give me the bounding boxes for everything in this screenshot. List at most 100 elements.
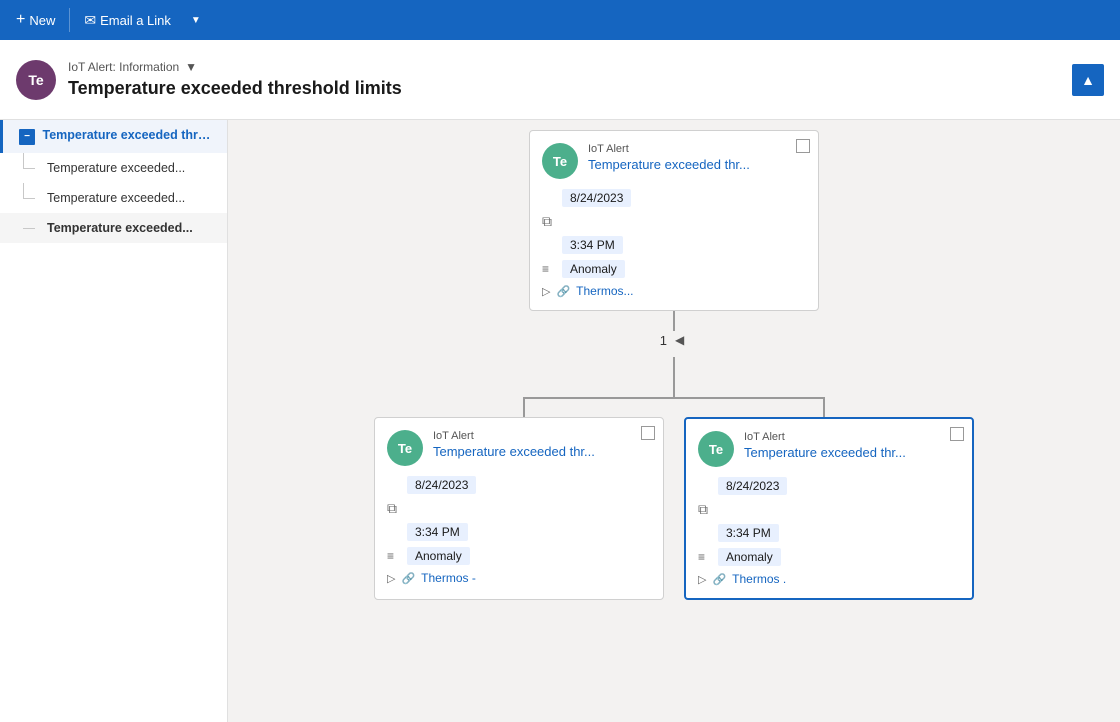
card-date: 8/24/2023 bbox=[718, 477, 787, 495]
sidebar-item-label-1: Temperature exceeded... bbox=[47, 161, 185, 175]
main-layout: − Temperature exceeded thresh... Tempera… bbox=[0, 120, 1120, 722]
card-title-area: IoT Alert Temperature exceeded thr... bbox=[433, 430, 651, 459]
branch-connector bbox=[374, 357, 974, 417]
card-type: IoT Alert bbox=[744, 431, 960, 443]
pagination: 1 ◀ bbox=[660, 331, 688, 349]
branch-center-v bbox=[673, 357, 675, 397]
category-icon: ≡ bbox=[387, 549, 407, 563]
card-footer: ▷ 🔗 Thermos - bbox=[387, 571, 651, 585]
bottom-card-0-checkbox[interactable] bbox=[641, 426, 655, 440]
page-number: 1 bbox=[660, 333, 667, 348]
arrow-icon: ▷ bbox=[698, 573, 706, 586]
header: Te IoT Alert: Information ▼ Temperature … bbox=[0, 40, 1120, 120]
thermos-link[interactable]: Thermos - bbox=[421, 571, 476, 585]
email-label: Email a Link bbox=[100, 13, 171, 28]
connector-section: 1 ◀ bbox=[374, 311, 974, 417]
card-category-field: ≡ Anomaly bbox=[542, 260, 806, 278]
page-title: Temperature exceeded threshold limits bbox=[68, 78, 1060, 99]
header-dropdown-button[interactable]: IoT Alert: Information ▼ bbox=[68, 60, 197, 74]
card-avatar: Te bbox=[542, 143, 578, 179]
card-date: 8/24/2023 bbox=[562, 189, 631, 207]
card-category-field: ≡ Anomaly bbox=[698, 548, 960, 566]
card-date-field: 8/24/2023 bbox=[387, 476, 651, 494]
arrow-icon: ▷ bbox=[542, 285, 550, 298]
sidebar-item-label-3: Temperature exceeded... bbox=[47, 221, 193, 235]
tree-line bbox=[23, 183, 24, 198]
top-card-container: Te IoT Alert Temperature exceeded thr...… bbox=[529, 130, 819, 311]
header-text: IoT Alert: Information ▼ Temperature exc… bbox=[68, 60, 1060, 99]
arrow-icon: ▷ bbox=[387, 572, 395, 585]
email-link-button[interactable]: ✉ Email a Link bbox=[76, 6, 179, 35]
prev-page-button[interactable]: ◀ bbox=[671, 331, 688, 349]
avatar: Te bbox=[16, 60, 56, 100]
link-icon: 🔗 bbox=[556, 285, 570, 298]
card-time-field: 3:34 PM bbox=[698, 524, 960, 542]
category-icon: ≡ bbox=[542, 262, 562, 276]
copy-icon: ⧉ bbox=[542, 213, 562, 230]
card-header: Te IoT Alert Temperature exceeded thr... bbox=[698, 431, 960, 467]
bottom-card-1: Te IoT Alert Temperature exceeded thr...… bbox=[684, 417, 974, 600]
vert-line-1 bbox=[673, 311, 675, 331]
chevron-down-icon: ▼ bbox=[185, 60, 197, 74]
collapse-button[interactable]: ▲ bbox=[1072, 64, 1104, 96]
dropdown-chevron-button[interactable]: ▼ bbox=[183, 9, 209, 32]
sidebar-item-0[interactable]: − Temperature exceeded thresh... bbox=[0, 120, 227, 153]
card-time: 3:34 PM bbox=[407, 523, 468, 541]
card-name[interactable]: Temperature exceeded thr... bbox=[433, 444, 651, 459]
link-icon: 🔗 bbox=[712, 573, 726, 586]
sidebar-item-label-0: Temperature exceeded thresh... bbox=[42, 128, 227, 142]
category-icon: ≡ bbox=[698, 550, 718, 564]
card-avatar: Te bbox=[698, 431, 734, 467]
tree-line-h bbox=[23, 228, 35, 229]
card-footer: ▷ 🔗 Thermos . bbox=[698, 572, 960, 586]
sidebar-item-label-2: Temperature exceeded... bbox=[47, 191, 185, 205]
bottom-card-1-checkbox[interactable] bbox=[950, 427, 964, 441]
sidebar-item-1[interactable]: Temperature exceeded... bbox=[0, 153, 227, 183]
card-category: Anomaly bbox=[407, 547, 470, 565]
card-copy-field: ⧉ bbox=[542, 213, 806, 230]
tree-wrapper: Te IoT Alert Temperature exceeded thr...… bbox=[228, 120, 1120, 600]
card-name[interactable]: Temperature exceeded thr... bbox=[744, 445, 960, 460]
collapse-icon: − bbox=[19, 129, 35, 145]
card-title-area: IoT Alert Temperature exceeded thr... bbox=[744, 431, 960, 460]
copy-icon: ⧉ bbox=[698, 501, 718, 518]
content-area: Te IoT Alert Temperature exceeded thr...… bbox=[228, 120, 1120, 722]
card-time: 3:34 PM bbox=[718, 524, 779, 542]
bottom-cards-row: Te IoT Alert Temperature exceeded thr...… bbox=[374, 417, 974, 600]
sidebar-item-3[interactable]: Temperature exceeded... bbox=[0, 213, 227, 243]
thermos-link[interactable]: Thermos . bbox=[732, 572, 786, 586]
card-copy-field: ⧉ bbox=[698, 501, 960, 518]
card-name[interactable]: Temperature exceeded thr... bbox=[588, 157, 806, 172]
card-category: Anomaly bbox=[562, 260, 625, 278]
card-copy-field: ⧉ bbox=[387, 500, 651, 517]
new-label: New bbox=[29, 13, 55, 28]
tree-line-h bbox=[23, 198, 35, 199]
divider bbox=[69, 8, 70, 32]
card-date-field: 8/24/2023 bbox=[542, 189, 806, 207]
card-category: Anomaly bbox=[718, 548, 781, 566]
branch-left-v bbox=[523, 397, 525, 417]
email-icon: ✉ bbox=[84, 12, 96, 29]
card-date-field: 8/24/2023 bbox=[698, 477, 960, 495]
sidebar-item-2[interactable]: Temperature exceeded... bbox=[0, 183, 227, 213]
new-button[interactable]: + New bbox=[8, 5, 63, 35]
card-time: 3:34 PM bbox=[562, 236, 623, 254]
chevron-down-icon: ▼ bbox=[191, 15, 201, 26]
top-bar: + New ✉ Email a Link ▼ bbox=[0, 0, 1120, 40]
card-type: IoT Alert bbox=[588, 143, 806, 155]
card-header: Te IoT Alert Temperature exceeded thr... bbox=[387, 430, 651, 466]
bottom-card-0: Te IoT Alert Temperature exceeded thr...… bbox=[374, 417, 664, 600]
card-time-field: 3:34 PM bbox=[387, 523, 651, 541]
thermos-link[interactable]: Thermos... bbox=[576, 284, 633, 298]
card-title-area: IoT Alert Temperature exceeded thr... bbox=[588, 143, 806, 172]
tree-line-h bbox=[23, 168, 35, 169]
plus-icon: + bbox=[16, 11, 25, 29]
top-card: Te IoT Alert Temperature exceeded thr...… bbox=[529, 130, 819, 311]
top-card-checkbox[interactable] bbox=[796, 139, 810, 153]
branch-right-v bbox=[823, 397, 825, 417]
card-time-field: 3:34 PM bbox=[542, 236, 806, 254]
dropdown-label: IoT Alert: Information bbox=[68, 60, 179, 74]
branch-h bbox=[524, 397, 824, 399]
card-type: IoT Alert bbox=[433, 430, 651, 442]
card-category-field: ≡ Anomaly bbox=[387, 547, 651, 565]
